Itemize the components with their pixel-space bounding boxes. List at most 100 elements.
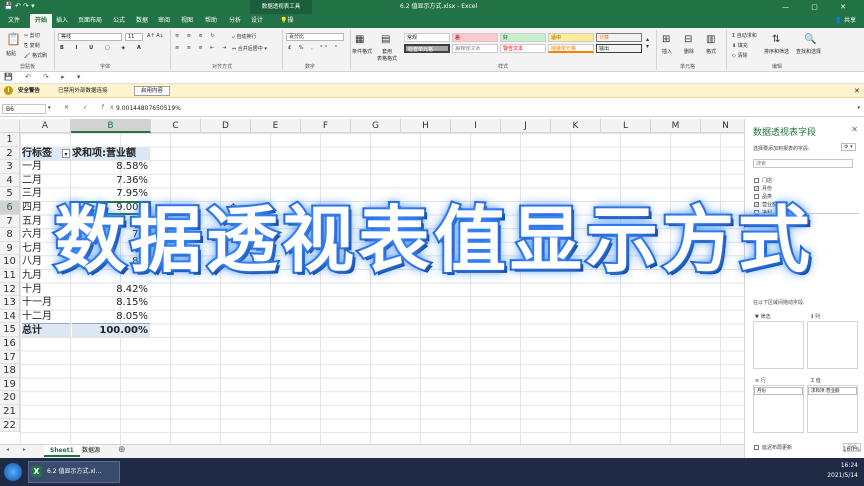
conditional-format-icon[interactable]: ▦ <box>355 34 364 45</box>
row-header[interactable]: 6 <box>0 201 20 215</box>
styles-scroll-icon[interactable]: ▴ ▾ <box>646 36 649 50</box>
zoom-level[interactable]: 160% <box>843 446 860 453</box>
pivot-total-label[interactable]: 总计 <box>22 323 70 337</box>
col-header-a[interactable]: A <box>20 119 71 133</box>
rows-field-month[interactable]: 月份 <box>754 387 803 395</box>
tab-view[interactable]: 视图 <box>181 14 193 28</box>
row-header[interactable]: 1 <box>0 133 20 147</box>
row-header[interactable]: 14 <box>0 309 20 324</box>
close-icon[interactable]: ✕ <box>854 84 860 98</box>
clear-button[interactable]: ◇ 清除 <box>732 52 747 59</box>
row-header[interactable]: 12 <box>0 282 20 297</box>
row-header[interactable]: 17 <box>0 350 20 365</box>
bold-italic-underline-buttons[interactable]: B I U ▢ ◈ A <box>60 45 146 51</box>
tab-analyze[interactable]: 分析 <box>229 14 241 28</box>
col-header-f[interactable]: F <box>301 119 351 133</box>
table-format-button[interactable]: 套用 表格格式 <box>377 48 397 62</box>
select-all-corner[interactable] <box>0 119 20 133</box>
col-header-d[interactable]: D <box>201 119 251 133</box>
autosum-button[interactable]: Σ 自动求和 <box>732 32 757 39</box>
field-label[interactable]: 门店 <box>762 177 772 184</box>
clock-time[interactable]: 16:24 <box>827 461 858 471</box>
row-header[interactable]: 8 <box>0 228 20 242</box>
style-explanatory[interactable]: 解释性文本 <box>452 44 498 53</box>
formula-buttons[interactable]: ✕ ✓ fx <box>64 104 120 111</box>
name-box[interactable]: B6 <box>2 104 46 114</box>
filters-area[interactable] <box>753 321 804 369</box>
style-neutral[interactable]: 适中 <box>548 33 594 42</box>
row-header[interactable]: 7 <box>0 214 20 229</box>
values-area[interactable]: 求和项:营业额 <box>807 385 858 433</box>
table-format-icon[interactable]: ▤ <box>381 34 390 45</box>
row-header[interactable]: 19 <box>0 377 20 392</box>
align-icons-2[interactable]: ≡ ≡ ≡ ⇤ ⇥ <box>175 45 229 51</box>
delete-cells-icon[interactable]: ⊟ <box>684 34 692 45</box>
start-button[interactable] <box>4 463 22 481</box>
tab-page-layout[interactable]: 页面布局 <box>78 14 102 28</box>
pivot-row-label[interactable]: 十一月 <box>22 296 70 310</box>
cut-button[interactable]: ✂ 剪切 <box>24 32 40 39</box>
row-header[interactable]: 16 <box>0 337 20 351</box>
sort-filter-button[interactable]: 排序和筛选 <box>764 48 789 55</box>
close-icon[interactable]: ✕ <box>851 125 858 134</box>
pivot-value-cell[interactable]: 8.42% <box>72 283 148 297</box>
format-cells-button[interactable]: 格式 <box>706 48 716 55</box>
number-format-icons[interactable]: ₤ % , ⁰⁰ ⁰ <box>288 45 340 51</box>
find-select-icon[interactable]: 🔍 <box>804 34 816 45</box>
tab-design[interactable]: 设计 <box>251 14 263 28</box>
copy-button[interactable]: ⎘ 复制 <box>24 42 40 49</box>
col-header-b[interactable]: B <box>71 119 151 133</box>
row-header[interactable]: 3 <box>0 160 20 174</box>
delete-cells-button[interactable]: 删除 <box>684 48 694 55</box>
quick-access-icons[interactable]: 💾 ↶ ↷ ▸ ▾ <box>4 73 85 81</box>
style-warning[interactable]: 警告文本 <box>500 44 546 53</box>
sort-filter-icon[interactable]: ⇅ <box>772 34 780 45</box>
find-select-button[interactable]: 查找和选择 <box>796 48 821 55</box>
row-header[interactable]: 2 <box>0 146 20 161</box>
user-icon[interactable]: 👤 共享 <box>835 14 856 28</box>
tab-data[interactable]: 数据 <box>136 14 148 28</box>
row-header[interactable]: 10 <box>0 255 20 269</box>
row-header[interactable]: 20 <box>0 391 20 405</box>
field-checkbox[interactable]: ✓ <box>754 186 759 191</box>
name-box-dropdown-icon[interactable]: ▾ <box>48 105 51 111</box>
clock-date[interactable]: 2021/5/14 <box>827 471 858 481</box>
pivot-value-cell[interactable]: 8.58% <box>72 160 148 174</box>
row-header[interactable]: 5 <box>0 187 20 201</box>
pivot-value-cell[interactable]: 8.15% <box>72 296 148 310</box>
align-icons[interactable]: ≡ ≡ ≡ ↻ <box>175 33 218 39</box>
filter-dropdown-icon[interactable]: ▾ <box>62 148 70 158</box>
field-label[interactable]: 月份 <box>762 185 772 192</box>
row-header[interactable]: 18 <box>0 364 20 378</box>
pivot-row-label[interactable]: 十二月 <box>22 310 70 324</box>
row-header[interactable]: 22 <box>0 418 20 433</box>
add-sheet-icon[interactable]: ⊕ <box>118 445 126 455</box>
defer-update-checkbox[interactable] <box>754 445 759 450</box>
merge-center-button[interactable]: ⇔ 合并后居中 ▾ <box>232 45 267 52</box>
font-grow-shrink-icon[interactable]: A↑ A↓ <box>147 33 164 39</box>
save-icon[interactable]: 💾 ↶ ↷ ▾ <box>4 2 35 10</box>
pivot-row-label[interactable]: 二月 <box>22 174 70 188</box>
pivot-row-label[interactable]: 一月 <box>22 160 70 174</box>
style-calculation[interactable]: 计算 <box>596 33 642 42</box>
col-header-j[interactable]: J <box>501 119 551 133</box>
window-controls[interactable]: — ▢ ✕ <box>782 0 856 14</box>
pivot-value-header[interactable]: 求和项:营业额 <box>72 146 150 161</box>
sheet-tab-source[interactable]: 数据源 <box>76 445 106 457</box>
format-cells-icon[interactable]: ▥ <box>706 34 715 45</box>
gear-icon[interactable]: ⚙ ▾ <box>841 143 856 151</box>
paste-icon[interactable]: 📋 <box>6 32 21 46</box>
tab-help[interactable]: 帮助 <box>205 14 217 28</box>
col-header-i[interactable]: I <box>451 119 501 133</box>
style-output[interactable]: 输出 <box>596 44 642 53</box>
fill-button[interactable]: ⬇ 填充 <box>732 42 748 49</box>
tab-insert[interactable]: 插入 <box>56 14 68 28</box>
font-name-select[interactable]: 等线 <box>58 33 122 41</box>
pivot-row-label[interactable]: 十月 <box>22 283 70 297</box>
field-checkbox[interactable] <box>754 178 759 183</box>
sheet-nav-arrows[interactable]: ◂ ▸ <box>6 446 32 453</box>
row-header[interactable]: 13 <box>0 296 20 310</box>
insert-cells-button[interactable]: 插入 <box>662 48 672 55</box>
wrap-text-button[interactable]: ⤶ 自动换行 <box>232 33 256 40</box>
font-size-select[interactable]: 11 <box>125 33 143 41</box>
